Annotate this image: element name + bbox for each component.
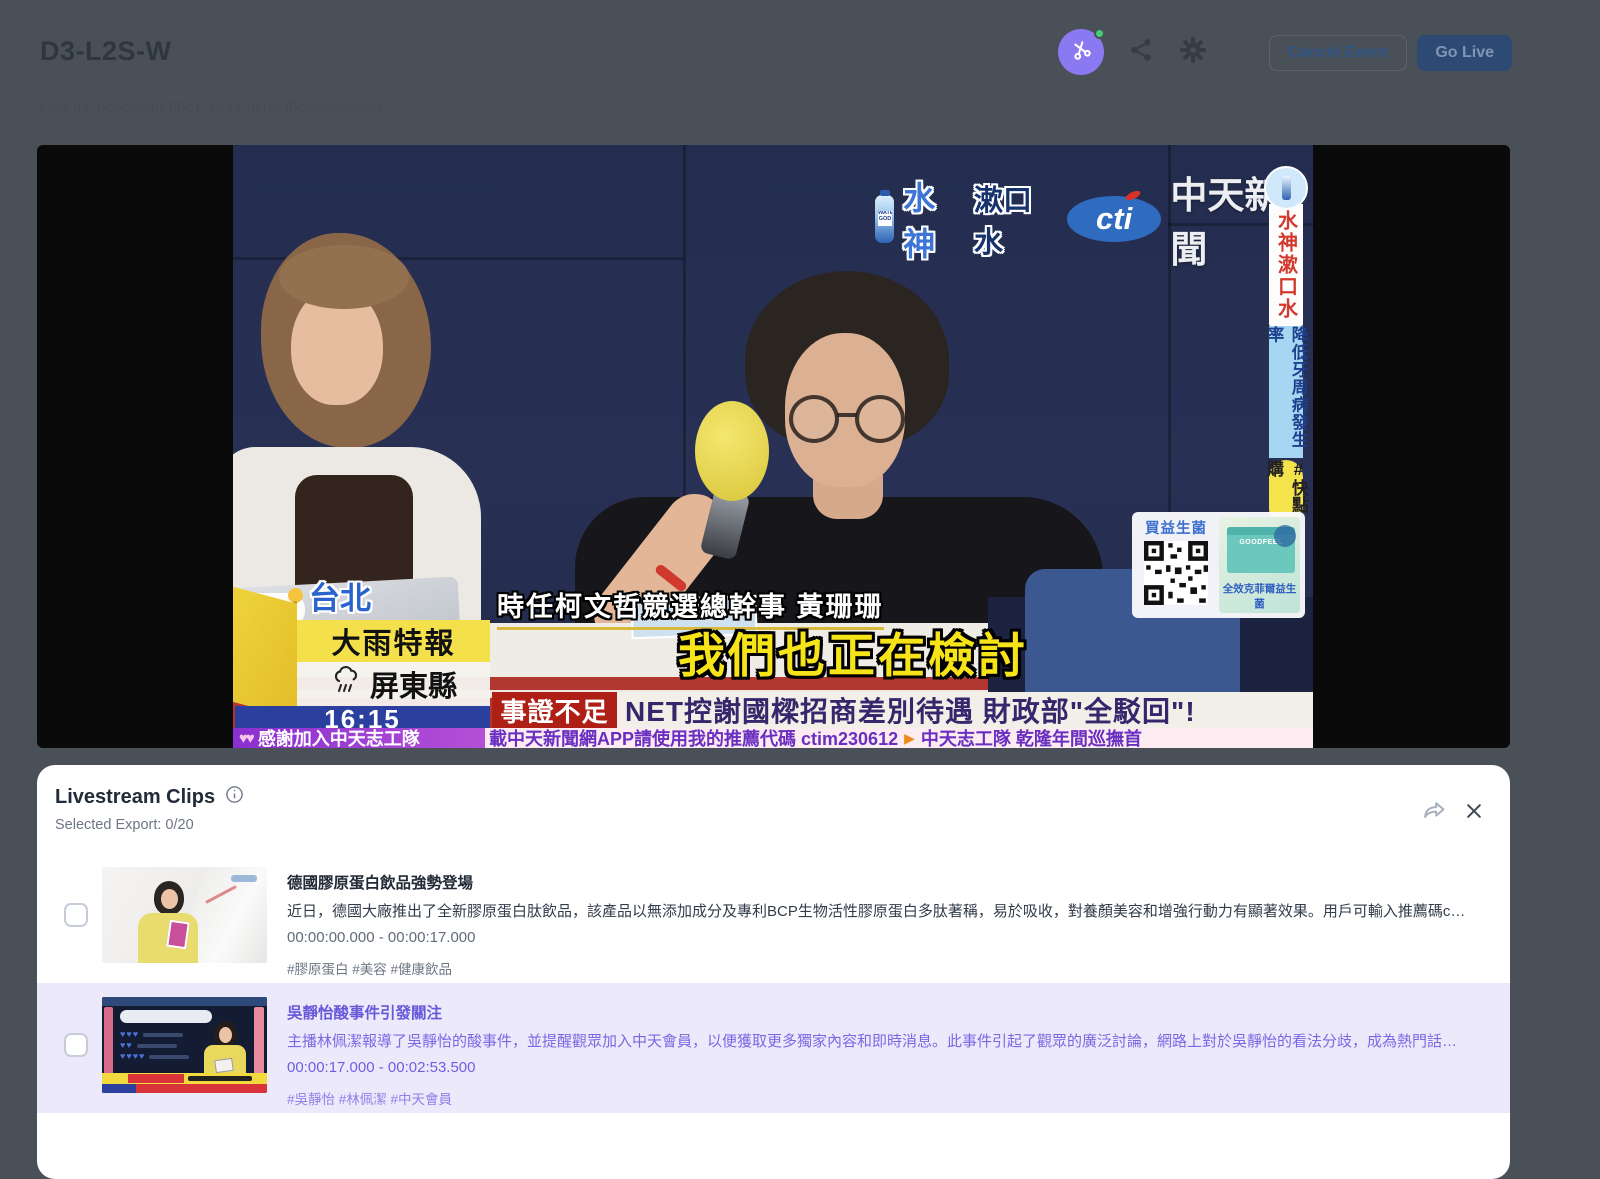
clip-tags: #吳靜怡 #林佩潔 #中天會員 [287, 1088, 1467, 1108]
thumb-logo [231, 875, 257, 882]
clip-description: 主播林佩潔報導了吳靜怡的酸事件，並提醒觀眾加入中天會員，以便獲取更多獨家內容和即… [287, 1030, 1467, 1051]
forward-arrow-icon [1421, 811, 1448, 828]
clip-tool-button[interactable] [1058, 29, 1104, 75]
share-button[interactable] [1126, 37, 1156, 67]
video-frame: WATER GOD 水神 漱口水 cti 中天新聞 水神漱口水 降低牙周病發生率… [233, 145, 1313, 748]
subticker-right: 載中天新聞網APP請使用我的推薦代碼 ctim230612 ▶ 中天志工隊 乾隆… [485, 728, 1313, 748]
microphone-head [695, 401, 769, 501]
clip-time-range: 00:00:00.000 - 00:00:17.000 [287, 929, 1467, 946]
scissors-icon [1070, 39, 1092, 66]
weather-ribbon [233, 585, 297, 719]
clip-thumbnail[interactable] [102, 867, 267, 963]
livestream-clips-panel: Livestream Clips Selected Export: 0/20 [37, 765, 1510, 1179]
go-live-button[interactable]: Go Live [1417, 35, 1512, 71]
brand-text: 水神 [903, 173, 965, 265]
map-pin-icon [288, 588, 303, 603]
hearts-icon: ♥♥ [239, 730, 253, 747]
clip-description: 近日，德國大廠推出了全新膠原蛋白肽飲品，該產品以無添加成分及專利BCP生物活性膠… [287, 900, 1467, 921]
settings-button[interactable] [1178, 37, 1208, 67]
water-bottle-icon: WATER GOD [875, 195, 894, 243]
clip-row[interactable]: ♥♥♥♥♥♥♥♥♥ 吳靜怡酸事件引發關注 主播林佩潔報導了吳靜怡的酸事件，並提醒… [37, 983, 1510, 1113]
clip-thumbnail[interactable]: ♥♥♥♥♥♥♥♥♥ [102, 997, 267, 1093]
video-player[interactable]: WATER GOD 水神 漱口水 cti 中天新聞 水神漱口水 降低牙周病發生率… [37, 145, 1510, 748]
qr-code [1144, 541, 1208, 605]
play-arrow-icon: ▶ [904, 730, 915, 747]
gear-icon [1179, 36, 1207, 69]
info-icon[interactable] [225, 785, 244, 809]
glasses [789, 395, 905, 445]
banner-bottle-icon [1264, 166, 1308, 210]
page-title: D3-L2S-W [40, 36, 172, 67]
person-left-fringe [279, 245, 409, 309]
share-icon [1128, 37, 1154, 68]
clip-tags: #膠原蛋白 #美容 #健康飲品 [287, 958, 1467, 978]
panel-title: Livestream Clips [55, 786, 215, 809]
qr-promo-panel: 買益生菌 GOODF [1132, 512, 1305, 618]
notification-dot [1094, 28, 1105, 39]
close-icon [1464, 808, 1484, 825]
clip-row[interactable]: 德國膠原蛋白飲品強勢登場 近日，德國大廠推出了全新膠原蛋白肽飲品，該產品以無添加… [37, 853, 1510, 983]
close-panel-button[interactable] [1464, 801, 1484, 826]
banner-brand-text: 水神漱口水 [1272, 210, 1301, 320]
product-caption: 全效克菲爾益生菌 [1219, 581, 1300, 611]
live-id-label: Live ID: bceccadb-99c1-44a1-acbc-f9cbadc… [40, 100, 381, 118]
product-text: 漱口水 [974, 177, 1058, 261]
clip-checkbox[interactable] [64, 1033, 88, 1057]
ticker-tag: 事證不足 [492, 692, 617, 728]
location-tag: 台北 [288, 573, 371, 618]
selected-export-count: Selected Export: 0/20 [55, 817, 194, 833]
cancel-event-button[interactable]: Cancel Event [1269, 35, 1407, 71]
product-badge [1274, 525, 1296, 547]
probiotic-product: GOODFEEL 全效克菲爾益生菌 [1219, 517, 1300, 613]
water-god-label: WATER GOD [878, 211, 892, 226]
clip-title: 吳靜怡酸事件引發關注 [287, 1001, 1467, 1023]
clip-time-range: 00:00:17.000 - 00:02:53.500 [287, 1059, 1467, 1076]
banner-claim-text: 降低牙周病發生率 [1262, 326, 1310, 458]
ticker-headline: NET控謝國樑招商差別待遇 財政部"全駁回"! [617, 692, 1313, 728]
clip-checkbox[interactable] [64, 903, 88, 927]
cti-logo: cti [1067, 196, 1161, 242]
export-share-button[interactable] [1421, 797, 1448, 829]
broadcast-watermark: WATER GOD 水神 漱口水 cti 中天新聞 [875, 165, 1313, 273]
weather-alert-title: 大雨特報 [297, 620, 490, 662]
header-icon-group [1058, 29, 1208, 75]
weather-alert-area: 屏東縣 [297, 662, 490, 706]
clip-title: 德國膠原蛋白飲品強勢登場 [287, 871, 1467, 893]
qr-label: 買益生菌 [1145, 517, 1207, 538]
subticker-left: ♥♥ 感謝加入中天志工隊 [233, 728, 485, 748]
quote-caption: 我們也正在檢討 [678, 617, 1028, 686]
cti-accent [1125, 189, 1142, 202]
side-ad-banner: 水神漱口水 降低牙周病發生率 #快點購 [1268, 166, 1304, 526]
rain-cloud-icon [330, 664, 362, 704]
